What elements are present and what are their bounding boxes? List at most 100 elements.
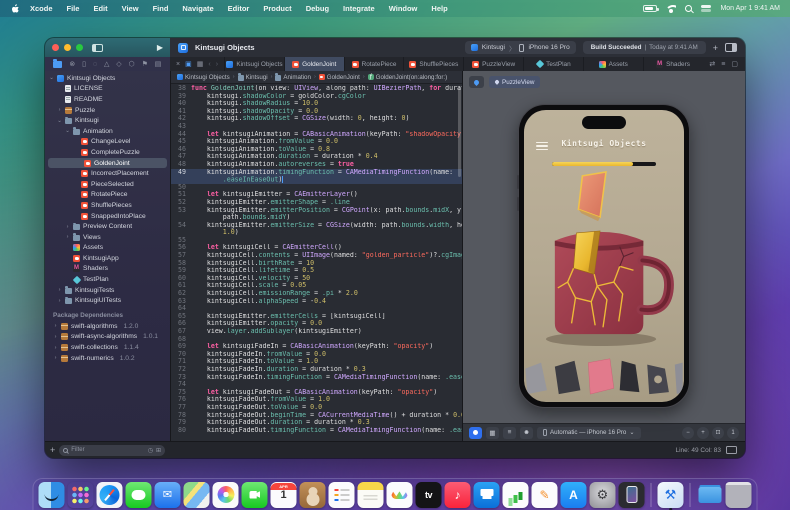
pin-preview-button[interactable] — [469, 76, 484, 88]
code-line[interactable]: kintsugiCell.scale = 0.05 — [191, 282, 462, 290]
code-line[interactable]: kintsugiEmitter.emitterShape = .line — [191, 199, 462, 207]
sidebar-item-shaders[interactable]: MShaders — [45, 264, 170, 275]
dock-facetime-icon[interactable] — [242, 482, 268, 508]
dock-safari-icon[interactable] — [97, 482, 123, 508]
tab-puzzleview[interactable]: PuzzleView — [463, 57, 523, 71]
dock-messages-icon[interactable] — [126, 482, 152, 508]
jumpbar-item-goldenjoint-on-along-for-[interactable]: ƒGoldenJoint(on:along:for:) — [368, 74, 448, 81]
breakpoints-icon[interactable]: ⚑ — [142, 61, 148, 68]
sidebar-item-kintsugi[interactable]: ⌄Kintsugi — [45, 115, 170, 126]
code-line[interactable]: kintsugi.shadowOffset = CGSize(width: 0,… — [191, 115, 462, 123]
zoom-button-out[interactable]: − — [682, 427, 694, 439]
device-settings-button[interactable]: ≡ — [503, 427, 516, 439]
editor-scrollbar[interactable] — [458, 87, 461, 177]
tab-kintsugi-objects[interactable]: Kintsugi Objects — [224, 57, 284, 71]
dock-downloads-icon[interactable] — [697, 482, 723, 508]
battery-icon[interactable] — [643, 5, 657, 12]
pink-puzzle-piece[interactable] — [588, 358, 614, 393]
code-line[interactable]: kintsugiEmitter.emitterCells = [kintsugi… — [191, 313, 462, 321]
code-area[interactable]: 38func GoldenJoint(on view: UIView, alon… — [171, 84, 462, 441]
menu-edit[interactable]: Edit — [86, 4, 114, 13]
bookmarks-icon[interactable]: ▯ — [82, 61, 86, 68]
code-line[interactable]: kintsugiAnimation.fromValue = 0.0 — [191, 138, 462, 146]
sidebar-item-kintsugitests[interactable]: ›KintsugiTests — [45, 285, 170, 296]
back-icon[interactable]: ‹ — [208, 61, 210, 68]
menu-view[interactable]: View — [115, 4, 146, 13]
menu-file[interactable]: File — [60, 4, 87, 13]
live-preview-button[interactable] — [469, 427, 482, 439]
code-line[interactable] — [191, 336, 462, 344]
code-line[interactable]: kintsugiCell.velocity = 50 — [191, 275, 462, 283]
scheme-name[interactable]: Kintsugi — [482, 44, 505, 51]
accessibility-preview-button[interactable]: ☻ — [520, 427, 533, 439]
tab-testplan[interactable]: TestPlan — [523, 57, 583, 71]
jumpbar-item-goldenjoint[interactable]: GoldenJoint — [319, 74, 360, 81]
sidebar-item-license[interactable]: LICENSE — [45, 84, 170, 95]
sidebar-item-preview-content[interactable]: ›Preview Content — [45, 221, 170, 232]
debug-icon[interactable]: ⬡ — [129, 61, 135, 68]
sidebar-item-snappedintoplace[interactable]: SnappedIntoPlace — [45, 211, 170, 222]
floating-puzzle-piece[interactable] — [578, 171, 606, 220]
menu-find[interactable]: Find — [146, 4, 176, 13]
sidebar-item-completepuzzle[interactable]: CompletePuzzle — [45, 147, 170, 158]
sidebar-item-animation[interactable]: ⌄Animation — [45, 126, 170, 137]
code-line[interactable]: kintsugiEmitter.opacity = 0.0 — [191, 320, 462, 328]
dock-settings-icon[interactable]: ⚙ — [590, 482, 616, 508]
code-line[interactable]: path.bounds.midY) — [191, 214, 462, 222]
disclosure-icon[interactable]: › — [57, 287, 62, 293]
code-line[interactable]: kintsugiAnimation.toValue = 0.8 — [191, 146, 462, 154]
jumpbar-item-kintsugi[interactable]: Kintsugi — [238, 74, 268, 81]
disclosure-icon[interactable]: › — [57, 107, 62, 113]
sidebar-item-kintsugiuitests[interactable]: ›KintsugiUITests — [45, 295, 170, 306]
package-swift-numerics[interactable]: ›swift-numerics1.0.2 — [45, 353, 170, 364]
menubar-clock[interactable]: Mon Apr 1 9:41 AM — [720, 5, 780, 12]
filter-field[interactable]: Filter ◷ ⊞ — [59, 445, 165, 456]
tab-assets[interactable]: Assets — [583, 57, 643, 71]
disclosure-icon[interactable]: ⌄ — [65, 128, 70, 134]
activity-viewer[interactable]: Build Succeeded | Today at 9:41 AM — [583, 41, 706, 54]
menu-window[interactable]: Window — [382, 4, 425, 13]
display-icon[interactable] — [726, 446, 737, 454]
dock-maps-icon[interactable] — [184, 482, 210, 508]
tab-shaders[interactable]: MShaders — [643, 57, 703, 71]
add-tab-button[interactable]: + — [713, 43, 718, 53]
code-line[interactable]: kintsugiFadeOut.toValue = 0.0 — [191, 404, 462, 412]
code-line[interactable]: kintsugiAnimation.duration = duration * … — [191, 153, 462, 161]
code-line[interactable]: let kintsugiFadeIn = CABasicAnimation(ke… — [191, 343, 462, 351]
jumpbar-item-animation[interactable]: Animation — [275, 74, 311, 81]
sidebar-item-readme[interactable]: README — [45, 94, 170, 105]
code-line[interactable]: kintsugiEmitter.emitterSize = CGSize(wid… — [191, 222, 462, 230]
menu-product[interactable]: Product — [256, 4, 298, 13]
dock-calendar-icon[interactable]: 1 — [271, 482, 297, 508]
menu-help[interactable]: Help — [424, 4, 454, 13]
dock-keynote-icon[interactable] — [474, 482, 500, 508]
reports-icon[interactable]: ▤ — [155, 61, 162, 68]
tab-goldenjoint[interactable]: GoldenJoint — [284, 57, 344, 71]
inspector-toggle-icon[interactable]: ▢ — [731, 60, 738, 68]
sidebar-item-shufflepieces[interactable]: ShufflePieces — [45, 200, 170, 211]
tab-overview-icon[interactable]: ▦ — [197, 60, 204, 68]
code-line[interactable]: .easeInEaseOut) — [191, 176, 462, 184]
sidebar-item-changelevel[interactable]: ChangeLevel — [45, 137, 170, 148]
code-line[interactable] — [191, 184, 462, 192]
dock-finder-icon[interactable] — [39, 482, 65, 508]
menu-editor[interactable]: Editor — [221, 4, 257, 13]
dock-photos-icon[interactable] — [213, 482, 239, 508]
dock-tv-icon[interactable]: tv — [416, 482, 442, 508]
code-line[interactable]: kintsugi.shadowOpacity = 0.0 — [191, 108, 462, 116]
dock-appstore-icon[interactable]: A — [561, 482, 587, 508]
menu-debug[interactable]: Debug — [299, 4, 336, 13]
sidebar-item-assets[interactable]: Assets — [45, 243, 170, 254]
code-line[interactable] — [191, 123, 462, 131]
menu-xcode[interactable]: Xcode — [23, 4, 60, 13]
disclosure-icon[interactable]: › — [53, 334, 58, 340]
code-line[interactable]: kintsugi.shadowColor = goldColor.cgColor — [191, 93, 462, 101]
dock-contacts-icon[interactable] — [300, 482, 326, 508]
code-line[interactable]: kintsugiCell.alphaSpeed = -0.4 — [191, 298, 462, 306]
project-navigator-icon[interactable] — [53, 61, 62, 68]
pinned-preview-tab[interactable]: PuzzleView — [489, 76, 540, 88]
preview-device-selector[interactable]: Automatic — iPhone 16 Pro ⌄ — [537, 427, 641, 439]
code-line[interactable]: let kintsugiCell = CAEmitterCell() — [191, 244, 462, 252]
close-tab-icon[interactable]: × — [176, 61, 180, 68]
code-line[interactable]: kintsugiFadeIn.fromValue = 0.0 — [191, 351, 462, 359]
